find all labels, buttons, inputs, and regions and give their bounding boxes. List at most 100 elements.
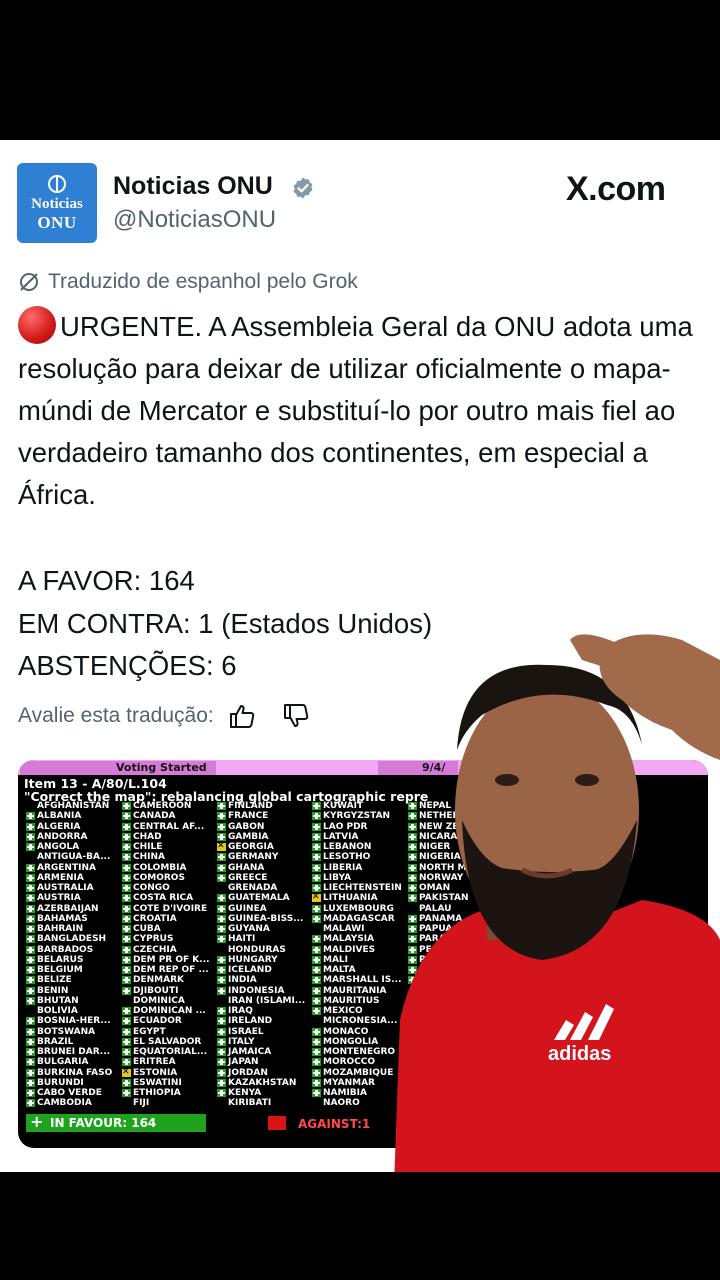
country-row: GUYANA (215, 924, 311, 934)
vote-yes-icon (312, 1037, 321, 1046)
country-name: DOMINICAN ... (133, 1006, 206, 1016)
country-row: GHANA (215, 863, 311, 873)
thumbs-up-icon[interactable] (228, 702, 256, 730)
country-row: JORDAN (215, 1068, 311, 1078)
vote-yes-icon (26, 945, 35, 954)
country-name: INDIA (228, 975, 257, 986)
country-name: CANADA (133, 811, 176, 822)
country-row: EGYPT (120, 1027, 216, 1037)
country-row: KENYA (215, 1088, 311, 1098)
country-name: CONGO (133, 883, 170, 893)
vote-yes-icon (26, 873, 35, 882)
country-name: MALAYSIA (323, 934, 375, 945)
country-name: NAORO (323, 1098, 360, 1109)
country-name: CYPRUS (133, 934, 174, 945)
country-name: ARMENIA (37, 872, 84, 883)
vote-yes-icon (26, 843, 35, 851)
country-name: MICRONESIA... (323, 1016, 398, 1027)
vote-yes-icon (26, 1017, 35, 1026)
country-name: MOZAMBIQUE (323, 1067, 394, 1078)
vote-yes-icon (312, 996, 321, 1005)
country-row: GERMANY (215, 852, 311, 862)
account-handle[interactable]: @NoticiasONU (113, 206, 276, 234)
thumbs-down-icon[interactable] (282, 702, 310, 730)
country-name: LIECHTENSTEIN (323, 883, 402, 893)
country-row: CHILE (120, 842, 216, 852)
vote-yes-icon (312, 802, 321, 810)
vote-yes-icon (217, 1089, 226, 1097)
rate-label: Avalie esta tradução: (18, 704, 214, 727)
country-row: HONDURAS (215, 945, 311, 955)
country-row: GAMBIA (215, 832, 311, 842)
country-row: GREECE (215, 873, 311, 883)
country-name: BELGIUM (37, 965, 83, 975)
country-name: HAITI (228, 934, 256, 945)
vote-yes-icon (122, 832, 131, 841)
vote-abstain-icon (122, 1068, 131, 1077)
country-name: BOLIVIA (37, 1006, 78, 1016)
country-name: CHAD (133, 831, 162, 842)
rate-translation: Avalie esta tradução: (18, 702, 310, 730)
vote-yes-icon (26, 986, 35, 995)
country-row: BOTSWANA (24, 1027, 120, 1037)
country-name: COMOROS (133, 872, 185, 883)
vote-yes-icon (122, 1048, 131, 1056)
country-row: DJIBOUTI (120, 986, 216, 996)
country-name: CAMEROON (133, 801, 192, 811)
vote-yes-icon (217, 1027, 226, 1036)
account-name[interactable]: Noticias ONU (113, 172, 273, 201)
country-name: BARBADOS (37, 944, 94, 955)
country-name: MADAGASCAR (323, 913, 395, 924)
vote-yes-icon (122, 955, 131, 964)
vote-yes-icon (217, 1037, 226, 1046)
vote-yes-icon (122, 1058, 131, 1067)
country-name: BRUNEI DAR... (37, 1047, 111, 1057)
country-row: IRAQ (215, 1006, 311, 1016)
country-name: CZECHIA (133, 944, 177, 955)
vote-yes-icon (122, 802, 131, 810)
vote-yes-icon (26, 1027, 35, 1036)
country-name: MALI (323, 954, 349, 965)
right-eye (575, 774, 599, 786)
site-label: X.com (566, 170, 666, 208)
country-name: BULGARIA (37, 1057, 89, 1068)
country-row: BENIN (24, 986, 120, 996)
bottom-letterbox (0, 1172, 720, 1280)
avatar[interactable]: Noticias ONU (17, 163, 97, 243)
country-name: LATVIA (323, 831, 359, 842)
country-name: DEM PR OF K... (133, 954, 210, 965)
vote-yes-icon (26, 884, 35, 892)
vote-yes-icon (26, 1037, 35, 1046)
country-name: CENTRAL AF... (133, 821, 205, 832)
country-row: ANGOLA (24, 842, 120, 852)
vote-yes-icon (217, 1058, 226, 1067)
vote-yes-icon (26, 904, 35, 913)
in-favour-total: IN FAVOUR: 164 (26, 1113, 206, 1132)
vote-yes-icon (26, 976, 35, 985)
country-row: AZERBAIJAN (24, 904, 120, 914)
vote-yes-icon (217, 986, 226, 995)
country-name: MALDIVES (323, 944, 376, 955)
vote-abstain-icon (217, 842, 226, 851)
country-name: ESWATINI (133, 1077, 182, 1088)
country-row: BELIZE (24, 975, 120, 985)
vote-yes-icon (122, 945, 131, 954)
country-row: KAZAKHSTAN (215, 1078, 311, 1088)
vote-yes-icon (122, 904, 131, 913)
country-row: KIRIBATI (215, 1098, 311, 1108)
country-name: LUXEMBOURG (323, 903, 394, 914)
country-name: MAURITANIA (323, 985, 387, 996)
country-name: EGYPT (133, 1026, 166, 1037)
stat-contra: EM CONTRA: 1 (Estados Unidos) (18, 607, 433, 639)
avatar-line2: ONU (37, 212, 77, 232)
country-row: CUBA (120, 924, 216, 934)
vote-yes-icon (217, 832, 226, 841)
country-row: EQUATORIAL... (120, 1047, 216, 1057)
country-row: BOSNIA-HER... (24, 1016, 120, 1026)
country-row: CYPRUS (120, 934, 216, 944)
country-name: ITALY (228, 1036, 255, 1047)
country-name: HONDURAS (228, 944, 286, 955)
country-name: CROATIA (133, 913, 177, 924)
country-row: DOMINICAN ... (120, 1006, 216, 1016)
country-name: COTE D'IVOIRE (133, 903, 208, 914)
